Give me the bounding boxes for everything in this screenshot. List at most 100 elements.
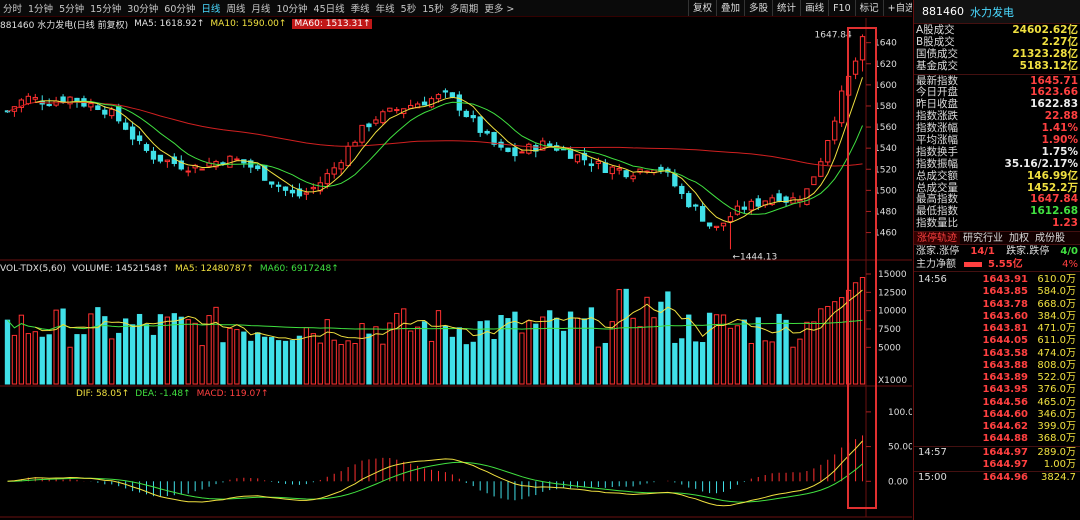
panel-tab-0[interactable]: 涨停轨迹 [914,232,960,245]
volume-bar [39,336,45,385]
decl-label: 跌家.跌停 [1006,246,1050,258]
stock-chart-app: 分时 1分钟 5分钟 15分钟 30分钟 60分钟 日线 周线 月线 10分钟 45日线 季线 年线 5秒… [0,0,1080,520]
volume-bar [852,282,859,385]
tick-time [918,459,972,471]
table-row: 14:56 1643.91 610.0万 [914,274,1080,286]
volume-bar [783,319,789,385]
candle-body [345,145,351,167]
volume-bar [227,327,233,385]
y-tick-label: 50.00 [888,443,912,453]
candle-body [331,167,337,175]
tick-price: 1643.58 [982,347,1028,359]
volume-bar [602,342,608,385]
y-tick-label: 5000 [878,343,901,353]
volume-bar [67,346,73,385]
volume-bar [241,331,247,385]
volume-bar [289,340,296,385]
candle-body [359,124,365,143]
tick-price: 1643.85 [982,286,1028,298]
candle-body [630,175,636,180]
y-tick-label: 12500 [878,288,907,298]
tick-time [918,311,972,323]
tick-time [918,384,972,396]
tick-price: 1643.91 [982,274,1028,286]
panel-tab-1[interactable]: 研究行业 [960,232,1006,244]
ma10-line [69,100,863,215]
tick-price: 1644.60 [982,408,1028,420]
dif-line [7,440,863,507]
volume-bar [567,311,574,385]
volume-bar [435,310,442,385]
volume-bar [421,321,428,385]
volume-bar [185,319,191,385]
volume-bar [248,340,254,385]
volume-bar [32,331,38,385]
candle-body [713,225,720,229]
volume-bar [533,323,539,385]
stat-row: B股成交 2.27亿 [914,36,1080,49]
tick-time: 14:57 [918,446,947,458]
tick-volume: 346.0万 [1037,408,1076,420]
candle-body [88,103,94,108]
panel-title: 881460 水力发电 [914,0,1080,24]
table-row: 1644.97 1.00万 [914,459,1080,471]
candle-body [526,143,532,154]
candle-body [275,184,282,187]
chart-canvas[interactable]: 1460 1480 1500 1520 1540 1560 1580 1600 1620 1640… [0,0,912,520]
candle-body [470,115,476,119]
panel-tab-2[interactable]: 加权 [1006,232,1032,244]
candle-body [116,106,122,122]
candle-body [442,90,449,93]
panel-tab-3[interactable]: 成份股 [1032,232,1068,244]
volume-bar [727,327,734,385]
y-tick-label: 100.0 [888,408,912,418]
volume-bar [25,333,31,385]
volume-bar [811,321,817,385]
candle-body [157,154,164,162]
stat-row: 指数量比 1.23 [914,217,1080,230]
candle-body [519,151,525,154]
table-row: 1643.89 522.0万 [914,372,1080,384]
volume-bar [672,342,678,385]
candle-body [811,176,817,186]
candle-body [129,126,136,140]
candle-body [574,154,581,163]
table-row: 1644.62 399.0万 [914,421,1080,433]
volume-bar [143,324,150,385]
market-summary: A股成交 24602.62亿 B股成交 2.27亿 国债成交 21323.28亿 基金成交 5… [914,24,1080,75]
volume-bar [324,319,330,385]
stat-value: 35.16/2.17% [1004,157,1078,170]
candle-body [255,165,261,170]
table-row: 1643.58 474.0万 [914,348,1080,360]
volume-bar [296,335,303,385]
volume-bar [734,325,741,385]
volume-bar [706,312,713,385]
volume-bar [164,316,171,385]
volume-bar [178,316,184,385]
volume-bar [102,316,108,385]
candle-body [380,111,386,124]
y-tick-label: 1600 [874,81,897,91]
index-name: 水力发电 [970,5,1014,19]
candle-body [143,144,150,151]
volume-bar [588,307,595,385]
candle-body [484,130,490,134]
candle-body [686,193,692,208]
volume-bar [81,334,87,385]
volume-bar [839,297,845,385]
table-row: 1643.85 584.0万 [914,286,1080,298]
decl-value: 4/0 [1060,246,1078,258]
volume-bar [303,327,310,385]
candle-body [748,200,754,211]
tick-list: 14:56 1643.91 610.0万 1643.85 584.0万 1643.78 66… [914,272,1080,484]
candle-body [25,95,31,105]
volume-bar [366,333,372,385]
adv-value: 14/1 [970,246,995,258]
main-net-bar [964,262,982,268]
candle-body [623,170,629,178]
y-tick-label: 1560 [874,123,897,133]
volume-bar [150,334,157,385]
candle-body [699,206,706,222]
adv-decl-row: 涨家.涨停 14/1 跌家.跌停 4/0 [914,245,1080,258]
volume-bar [109,338,115,385]
